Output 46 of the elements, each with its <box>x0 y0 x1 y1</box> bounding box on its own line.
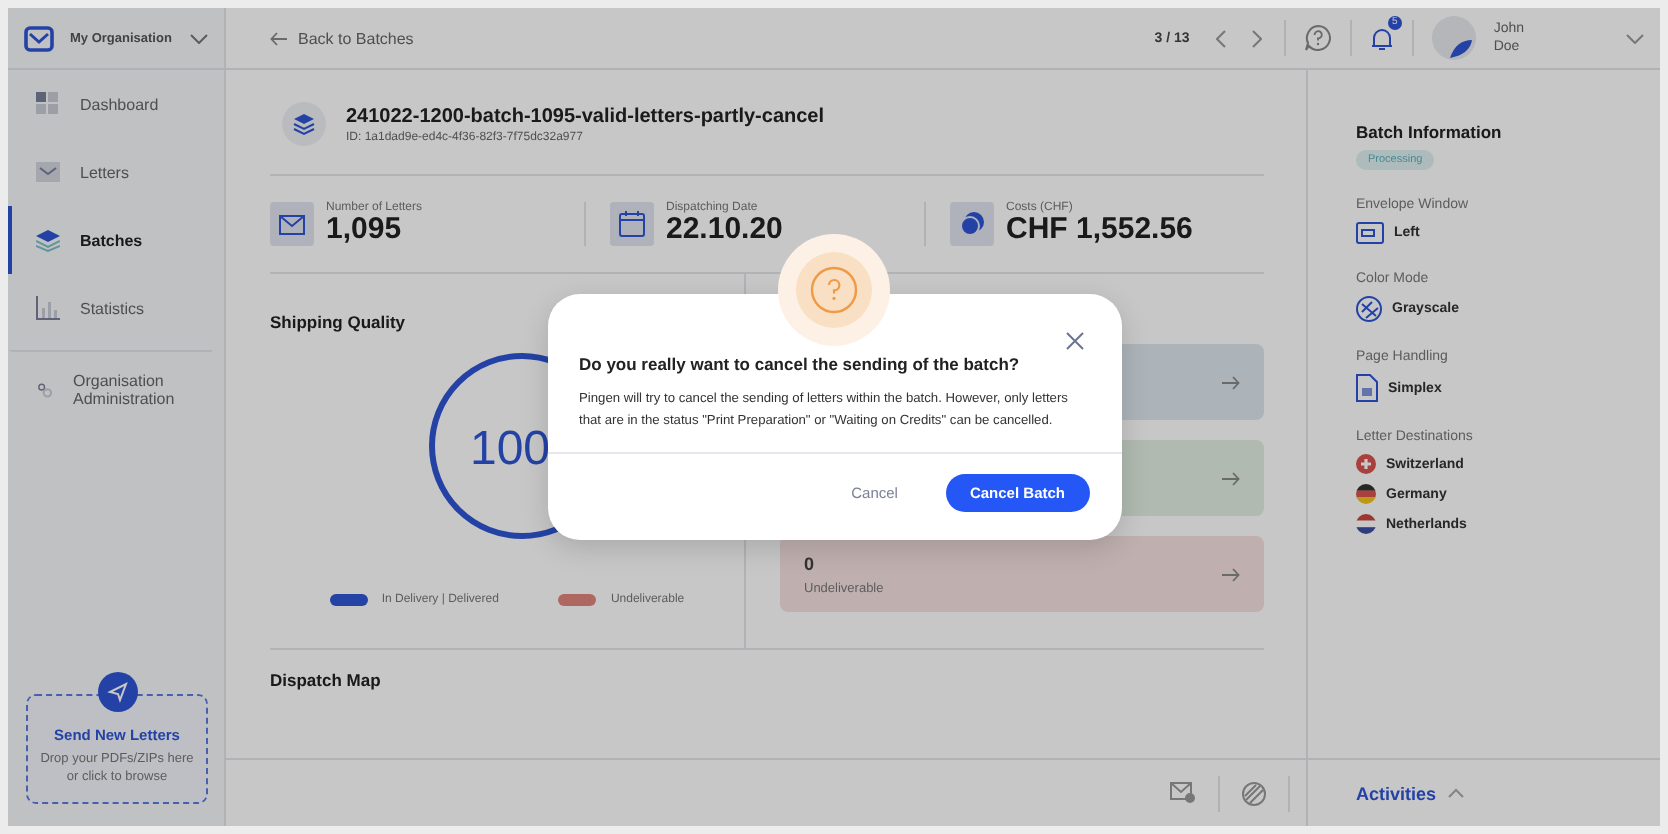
section-title: Shipping Quality <box>270 312 406 332</box>
avatar[interactable] <box>1431 16 1476 60</box>
sidebar-item[interactable]: Dashboard <box>8 70 224 138</box>
sidebar-item[interactable]: Statistics <box>8 274 224 342</box>
envelope-icon <box>36 162 60 182</box>
bar-chart-icon <box>36 296 60 320</box>
envelope-icon <box>270 202 314 246</box>
bell-icon[interactable] <box>1369 25 1394 51</box>
stat-value: 22.10.20 <box>666 214 783 246</box>
layers-icon <box>36 229 60 251</box>
envelope-icon[interactable] <box>1170 782 1196 804</box>
close-icon[interactable] <box>1065 331 1083 350</box>
question-icon <box>778 233 890 346</box>
arrow-right-icon <box>1222 567 1240 581</box>
stat-value: CHF 1,552.56 <box>1006 214 1193 246</box>
envelope-logo-icon <box>24 25 54 51</box>
german-flag-icon <box>1356 484 1376 504</box>
globe-icon[interactable] <box>1242 781 1266 805</box>
arrow-right-icon <box>1222 375 1240 389</box>
sidebar-item[interactable]: Organisation Administration <box>8 350 212 428</box>
stat-value: 1,095 <box>326 214 404 246</box>
batch-name: 241022-1200-batch-1095-valid-letters-partly-cancel <box>346 105 825 127</box>
chevron-up-icon <box>1448 788 1465 798</box>
coins-icon <box>950 202 994 246</box>
activities-toggle[interactable]: Activities <box>1356 783 1465 803</box>
help-icon[interactable] <box>1303 24 1332 52</box>
section-title: Dispatch Map <box>270 670 383 690</box>
sidebar-item[interactable]: Letters <box>8 138 224 206</box>
arrow-left-icon <box>270 31 288 45</box>
panel-title: Batch Information <box>1356 122 1502 142</box>
chevron-left-icon[interactable] <box>1215 29 1226 47</box>
dashboard-icon <box>36 92 60 116</box>
dutch-flag-icon <box>1356 514 1376 534</box>
back-link[interactable]: Back to Batches <box>270 29 414 47</box>
swiss-flag-icon <box>1356 454 1376 474</box>
paper-plane-icon <box>97 671 137 712</box>
sidebar-item[interactable]: Batches <box>8 206 224 274</box>
card-count: 0 <box>804 553 817 573</box>
document-icon <box>1356 374 1378 402</box>
chevron-down-icon[interactable] <box>190 33 208 43</box>
chevron-down-icon[interactable] <box>1626 33 1644 43</box>
calendar-icon <box>610 202 654 246</box>
layers-icon <box>282 102 326 146</box>
envelope-window-icon <box>1356 222 1384 244</box>
arrow-right-icon <box>1222 471 1240 485</box>
chevron-right-icon[interactable] <box>1251 29 1262 47</box>
